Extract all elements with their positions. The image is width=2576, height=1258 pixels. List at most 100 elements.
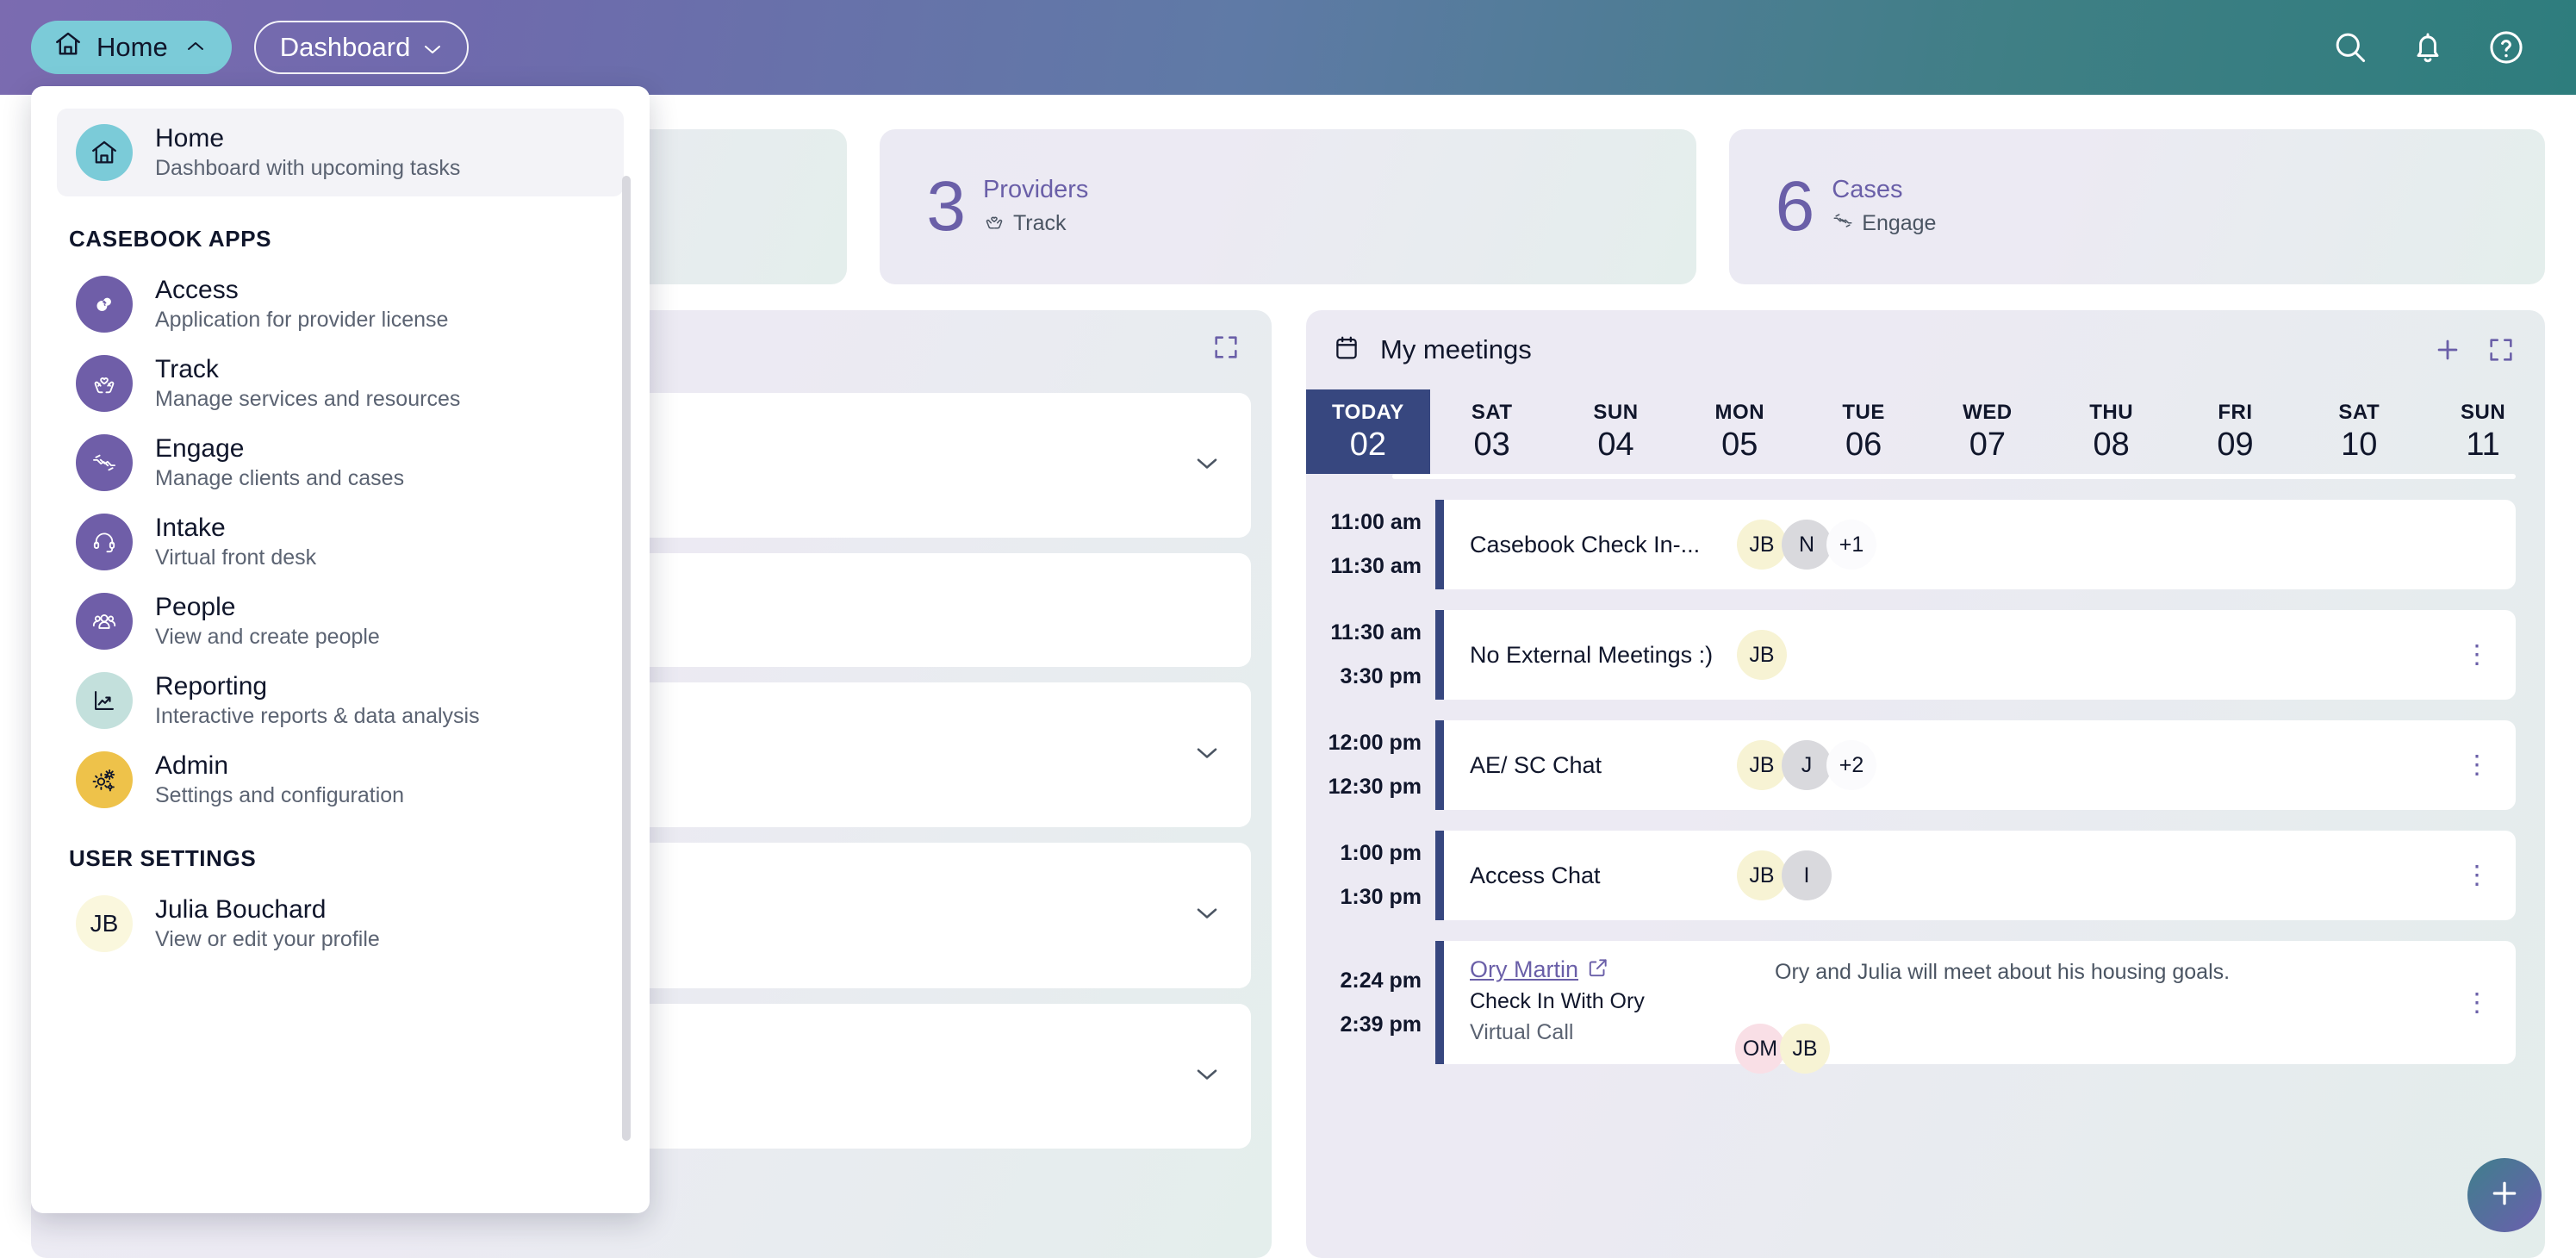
- dashboard-dropdown-button[interactable]: Dashboard: [253, 21, 470, 74]
- meeting-end-time: 12:30 pm: [1328, 775, 1422, 799]
- day-label: SAT: [1471, 400, 1513, 424]
- menu-item-desc: Settings and configuration: [155, 783, 405, 807]
- home-app-switcher-button[interactable]: Home: [31, 21, 232, 74]
- avatar[interactable]: JB: [1780, 1024, 1830, 1074]
- meeting-card[interactable]: Ory Martin Check In With Ory Virtual Cal…: [1435, 941, 2516, 1074]
- menu-item-home[interactable]: Home Dashboard with upcoming tasks: [57, 109, 624, 196]
- menu-item-people[interactable]: People View and create people: [57, 582, 624, 661]
- day-label: TUE: [1842, 400, 1885, 424]
- day-tab[interactable]: FRI 09: [2174, 389, 2298, 474]
- meeting-title: Casebook Check In-...: [1470, 531, 1701, 557]
- meetings-header: My meetings: [1306, 310, 2545, 389]
- day-tab-today[interactable]: TODAY 02: [1306, 389, 1430, 474]
- chevron-down-icon: [422, 32, 443, 63]
- meetings-scroll-area[interactable]: 11:00 am 11:30 am Casebook Check In-... …: [1306, 474, 2545, 1249]
- external-link-icon[interactable]: [1587, 956, 1609, 983]
- search-icon[interactable]: [2331, 28, 2369, 66]
- more-options-icon[interactable]: ⋮: [2464, 863, 2492, 888]
- create-new-button[interactable]: [2467, 1158, 2542, 1232]
- meeting-time: 1:00 pm 1:30 pm: [1322, 831, 1435, 920]
- day-tab[interactable]: TUE 06: [1801, 389, 1926, 474]
- meeting-card[interactable]: No External Meetings :) JB ⋮: [1435, 610, 2516, 700]
- avatar[interactable]: JB: [1737, 850, 1787, 900]
- menu-item-reporting[interactable]: Reporting Interactive reports & data ana…: [57, 661, 624, 740]
- stat-value: 3: [926, 167, 966, 246]
- meeting-row-detailed[interactable]: 2:24 pm 2:39 pm Ory Martin Check In With…: [1322, 941, 2516, 1074]
- stat-card-cases[interactable]: 6 Cases Engage: [1728, 129, 2545, 284]
- more-options-icon[interactable]: ⋮: [2464, 642, 2492, 668]
- meeting-title: AE/ SC Chat: [1470, 751, 1602, 778]
- scroll-indicator[interactable]: [1392, 474, 2516, 479]
- avatar-overflow[interactable]: +2: [1826, 740, 1876, 790]
- chevron-down-icon[interactable]: [1194, 455, 1220, 476]
- help-circle-icon[interactable]: [2486, 28, 2526, 67]
- day-tab[interactable]: SAT 10: [2297, 389, 2421, 474]
- expand-icon[interactable]: [2486, 335, 2516, 364]
- stat-card-providers[interactable]: 3 Providers Track: [880, 129, 1696, 284]
- day-tab[interactable]: SAT 03: [1430, 389, 1554, 474]
- menu-item-admin[interactable]: Admin Settings and configuration: [57, 740, 624, 819]
- avatar[interactable]: JB: [1737, 520, 1787, 570]
- meeting-row[interactable]: 12:00 pm 12:30 pm AE/ SC Chat JB J +2 ⋮: [1322, 720, 2516, 810]
- day-label: MON: [1714, 400, 1765, 424]
- menu-item-desc: Interactive reports & data analysis: [155, 704, 480, 728]
- menu-item-user-profile[interactable]: JB Julia Bouchard View or edit your prof…: [57, 884, 624, 963]
- menu-item-track[interactable]: Track Manage services and resources: [57, 344, 624, 423]
- menu-item-label: Home: [155, 124, 225, 153]
- meeting-subtitle: Virtual Call: [1470, 1020, 1574, 1044]
- avatar-overflow[interactable]: +1: [1826, 520, 1876, 570]
- menu-item-access[interactable]: Access Application for provider license: [57, 265, 624, 344]
- more-options-icon[interactable]: ⋮: [2464, 990, 2492, 1016]
- menu-item-label: Admin: [155, 751, 229, 780]
- meeting-row[interactable]: 1:00 pm 1:30 pm Access Chat JB I ⋮: [1322, 831, 2516, 920]
- day-number: 04: [1597, 426, 1634, 463]
- meeting-end-time: 11:30 am: [1330, 554, 1422, 578]
- menu-item-desc: Manage services and resources: [155, 387, 461, 411]
- chevron-down-icon[interactable]: [1194, 1065, 1220, 1087]
- menu-item-engage[interactable]: Engage Manage clients and cases: [57, 423, 624, 502]
- stat-app-label: Engage: [1862, 211, 1937, 235]
- chart-trend-icon: [76, 672, 133, 729]
- day-tab[interactable]: SUN 04: [1554, 389, 1678, 474]
- day-tab[interactable]: SUN 11: [2421, 389, 2545, 474]
- meeting-start-time: 11:30 am: [1330, 620, 1422, 645]
- meeting-row[interactable]: 11:30 am 3:30 pm No External Meetings :)…: [1322, 610, 2516, 700]
- avatar[interactable]: JB: [1737, 740, 1787, 790]
- avatar[interactable]: I: [1782, 850, 1832, 900]
- day-tab[interactable]: THU 08: [2050, 389, 2174, 474]
- avatar[interactable]: J: [1782, 740, 1832, 790]
- menu-item-desc: Manage clients and cases: [155, 466, 405, 490]
- menu-item-label: Track: [155, 355, 219, 383]
- dashboard-label: Dashboard: [279, 32, 411, 62]
- avatar[interactable]: OM: [1735, 1024, 1785, 1074]
- menu-item-intake[interactable]: Intake Virtual front desk: [57, 502, 624, 582]
- plus-icon: [2487, 1176, 2522, 1215]
- avatar: JB: [76, 895, 133, 952]
- meeting-row[interactable]: 11:00 am 11:30 am Casebook Check In-... …: [1322, 500, 2516, 589]
- menu-item-label: Reporting: [155, 672, 268, 701]
- app-switcher-menu: Home Dashboard with upcoming tasks CASEB…: [31, 86, 650, 1213]
- attendee-profile-link[interactable]: Ory Martin: [1470, 956, 1578, 983]
- expand-icon[interactable]: [1211, 333, 1241, 366]
- meeting-card[interactable]: AE/ SC Chat JB J +2 ⋮: [1435, 720, 2516, 810]
- gears-icon: [76, 751, 133, 808]
- chevron-down-icon[interactable]: [1194, 744, 1220, 766]
- handshake-icon: [1832, 209, 1854, 238]
- meeting-card[interactable]: Casebook Check In-... JB N +1: [1435, 500, 2516, 589]
- chevron-down-icon[interactable]: [1194, 905, 1220, 926]
- day-label: SUN: [2460, 400, 2506, 424]
- bell-icon[interactable]: [2409, 28, 2447, 66]
- meeting-card[interactable]: Access Chat JB I ⋮: [1435, 831, 2516, 920]
- avatar[interactable]: JB: [1737, 630, 1787, 680]
- plus-icon[interactable]: [2433, 335, 2462, 364]
- more-options-icon[interactable]: ⋮: [2464, 752, 2492, 778]
- home-label: Home: [96, 32, 168, 62]
- day-tab[interactable]: MON 05: [1677, 389, 1801, 474]
- chevron-up-icon: [185, 38, 206, 57]
- avatar[interactable]: N: [1782, 520, 1832, 570]
- day-tab[interactable]: WED 07: [1926, 389, 2050, 474]
- day-label: THU: [2089, 400, 2134, 424]
- day-number: 05: [1721, 426, 1758, 463]
- meetings-title: My meetings: [1380, 334, 1532, 364]
- menu-scrollbar[interactable]: [622, 176, 631, 1141]
